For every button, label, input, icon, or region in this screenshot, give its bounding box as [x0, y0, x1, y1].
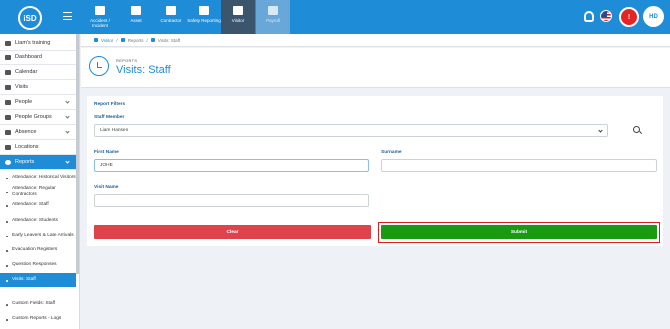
- fire-alarm-icon[interactable]: !: [619, 7, 639, 27]
- module-visitor[interactable]: Visitor: [221, 0, 255, 34]
- sidebar-item-training[interactable]: Liam's training: [0, 36, 76, 51]
- surname-label: Surname: [381, 150, 402, 155]
- visits-breadcrumb-icon: [150, 38, 155, 42]
- reports-icon: [5, 159, 11, 165]
- avatar[interactable]: HD: [643, 6, 664, 27]
- visits-icon: [5, 84, 11, 90]
- check-circle-icon: [89, 56, 109, 76]
- bell-icon[interactable]: [584, 11, 594, 22]
- sidebar-report-attendance-staff[interactable]: Attendance: Staff: [0, 200, 76, 210]
- page-header: REPORTS Visits: Staff: [81, 48, 670, 88]
- submit-button[interactable]: Submit: [381, 225, 657, 239]
- chevron-up-icon: [65, 159, 70, 164]
- module-asset[interactable]: Asset: [119, 0, 153, 34]
- chevron-down-icon: [65, 114, 70, 119]
- asset-icon: [131, 6, 141, 15]
- safety-icon: [199, 6, 209, 15]
- breadcrumb-reports[interactable]: Reports: [128, 38, 144, 43]
- sidebar-item-visits[interactable]: Visits: [0, 80, 76, 95]
- staff-member-label: Staff Member: [94, 115, 125, 120]
- absence-icon: [5, 129, 11, 135]
- clear-button[interactable]: Clear: [94, 225, 371, 239]
- visitor-icon: [233, 6, 243, 15]
- breadcrumb-current: Visits: Staff: [157, 37, 181, 43]
- top-navigation-bar: iSD Accident / Incident Asset Contractor…: [0, 0, 670, 34]
- first-name-label: First Name: [94, 150, 119, 155]
- locations-icon: [5, 144, 11, 150]
- module-payroll[interactable]: Payroll: [256, 0, 290, 34]
- sidebar-report-regular-contractors[interactable]: Attendance: Regular Contractors: [0, 185, 76, 198]
- page-title: Visits: Staff: [116, 64, 171, 76]
- sidebar-report-custom-logs[interactable]: Custom Reports - Logs: [0, 314, 76, 324]
- page-section-label: REPORTS: [116, 58, 138, 63]
- breadcrumb: Visitor / Reports / Visits: Staff: [81, 34, 670, 47]
- accident-icon: [95, 6, 105, 15]
- report-filters-heading: Report Filters: [94, 102, 126, 107]
- first-name-value: JOHE: [100, 163, 113, 168]
- sidebar-item-dashboard[interactable]: Dashboard: [0, 50, 76, 65]
- people-icon: [5, 99, 11, 105]
- sidebar-item-locations[interactable]: Locations: [0, 140, 76, 155]
- sidebar-item-calendar[interactable]: Calendar: [0, 65, 76, 80]
- sidebar-report-early-leavers[interactable]: Early Leavers & Late Arrivals: [0, 229, 76, 242]
- visit-name-label: Visit Name: [94, 185, 119, 190]
- sidebar-report-question-responses[interactable]: Question Responses: [0, 260, 76, 270]
- sidebar-report-custom-fields-staff[interactable]: Custom Fields: Staff: [0, 299, 76, 309]
- contractor-icon: [166, 6, 176, 15]
- staff-member-select[interactable]: Liam Hansen: [94, 124, 608, 137]
- menu-icon[interactable]: [63, 12, 72, 20]
- people-groups-icon: [5, 114, 11, 120]
- chevron-down-icon: [598, 128, 603, 133]
- dashboard-icon: [5, 54, 11, 60]
- payroll-icon: [268, 6, 278, 15]
- sidebar-scrollbar[interactable]: [76, 34, 79, 274]
- visit-name-input[interactable]: [94, 194, 369, 207]
- visitor-breadcrumb-icon: [94, 38, 98, 42]
- sidebar-report-historical-visitors[interactable]: Attendance: Historical Visitors: [0, 171, 76, 184]
- chevron-down-icon: [65, 129, 70, 134]
- module-safety-reporting[interactable]: Safety Reporting: [187, 0, 221, 34]
- sidebar-report-evacuation-registers[interactable]: Evacuation Registers: [0, 245, 76, 255]
- isd-logo[interactable]: iSD: [18, 6, 42, 30]
- calendar-icon: [5, 69, 11, 75]
- module-contractor[interactable]: Contractor: [154, 0, 188, 34]
- sidebar: Liam's training Dashboard Calendar Visit…: [0, 34, 80, 329]
- sidebar-item-people[interactable]: People: [0, 95, 76, 110]
- sidebar-item-reports[interactable]: Reports: [0, 155, 76, 170]
- sidebar-item-absence[interactable]: Absence: [0, 125, 76, 140]
- search-icon[interactable]: [633, 126, 642, 135]
- us-flag-icon[interactable]: [600, 10, 612, 22]
- sidebar-report-attendance-students[interactable]: Attendance: Students: [0, 216, 76, 226]
- reports-breadcrumb-icon: [120, 38, 125, 42]
- sidebar-report-visits-staff[interactable]: Visits: Staff: [0, 273, 76, 287]
- sidebar-item-people-groups[interactable]: People Groups: [0, 110, 76, 125]
- staff-member-value: Liam Hansen: [100, 128, 129, 133]
- breadcrumb-visitor[interactable]: Visitor: [101, 38, 113, 43]
- surname-input[interactable]: [381, 159, 657, 172]
- module-accident-incident[interactable]: Accident / Incident: [83, 0, 117, 34]
- profile-icon: [5, 40, 11, 46]
- first-name-input[interactable]: JOHE: [94, 159, 369, 172]
- chevron-down-icon: [65, 99, 70, 104]
